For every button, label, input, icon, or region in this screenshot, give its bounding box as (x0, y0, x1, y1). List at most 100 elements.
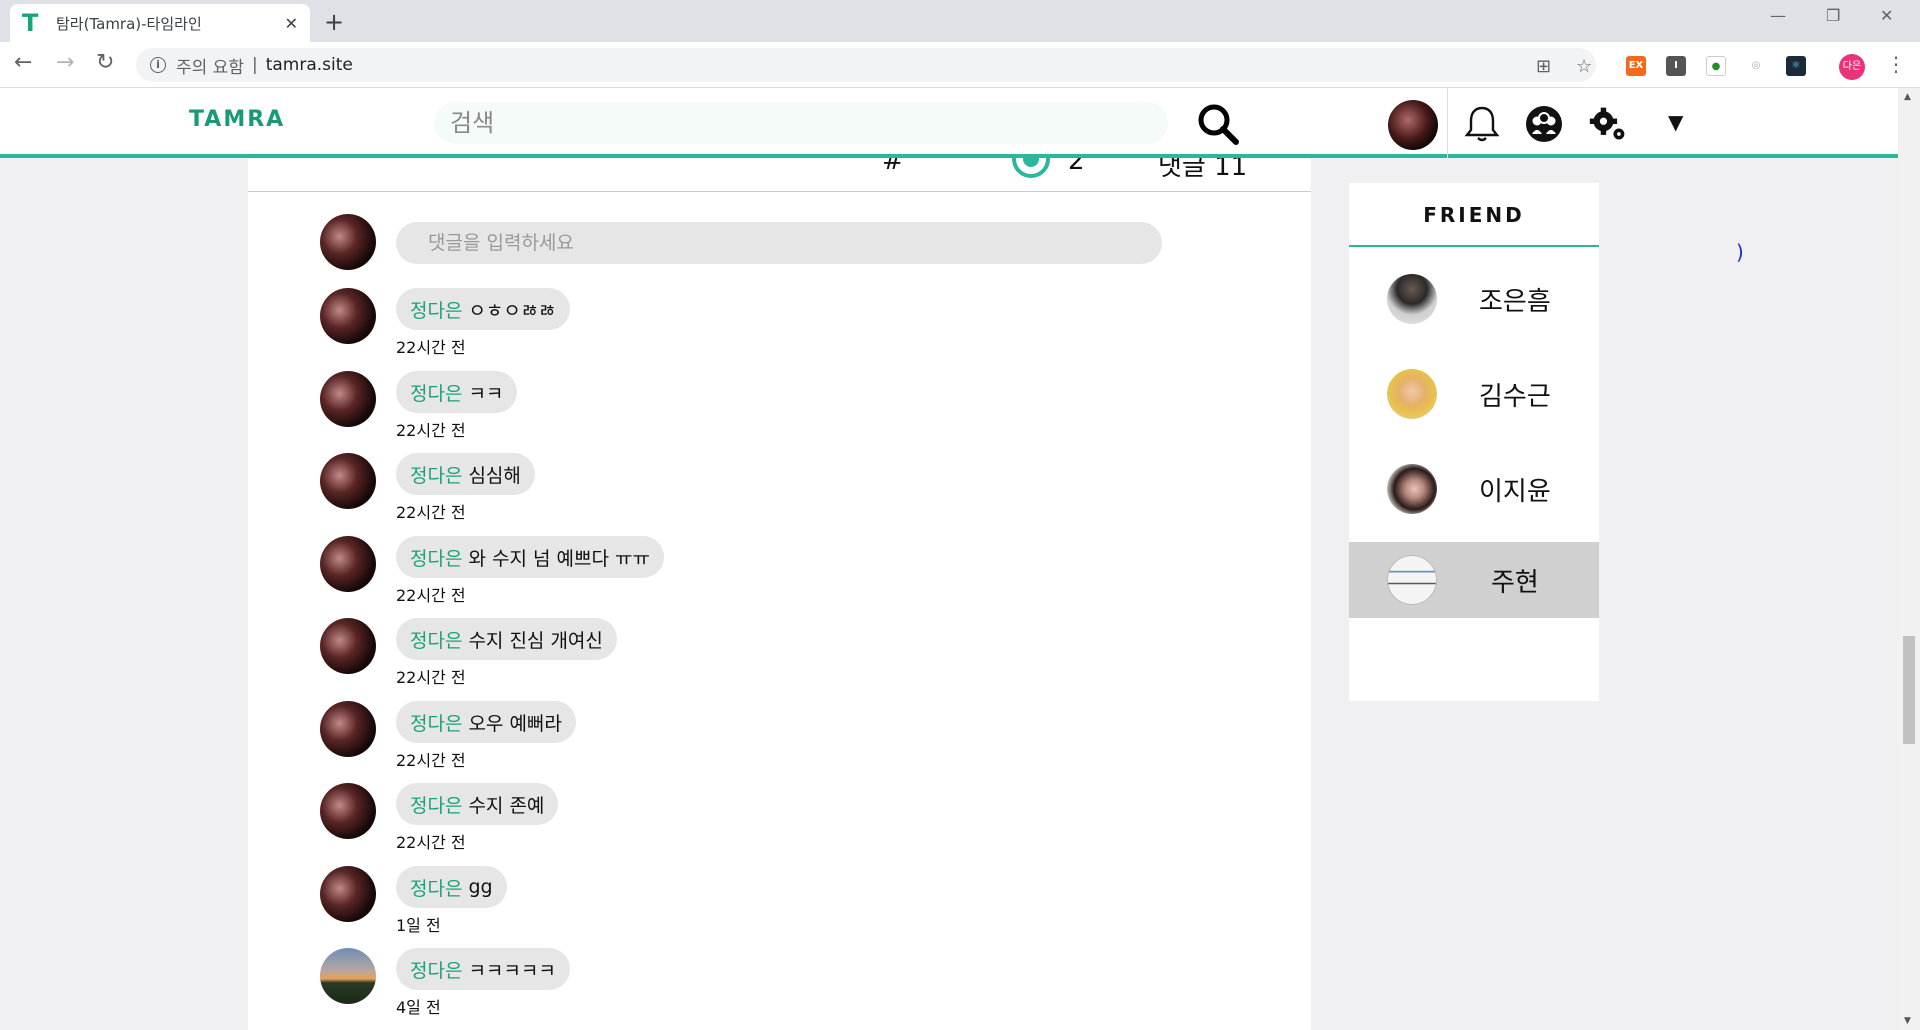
comment-author[interactable]: 정다은 (410, 791, 462, 818)
circle-extension-icon[interactable]: ◎ (1746, 56, 1766, 76)
comment-time: 22시간 전 (396, 503, 466, 522)
comment-author[interactable]: 정다은 (410, 544, 462, 571)
comment-time: 4일 전 (396, 998, 441, 1017)
comment-author[interactable]: 정다은 (410, 296, 462, 323)
react-devtools-icon[interactable]: ⚛ (1786, 56, 1806, 76)
bookmark-star-icon[interactable]: ☆ (1576, 56, 1592, 77)
back-icon[interactable]: ← (14, 50, 32, 75)
comment-avatar[interactable] (320, 453, 376, 509)
comment-avatar[interactable] (320, 371, 376, 427)
stray-mark: ) (1736, 240, 1744, 264)
friend-name: 김수근 (1479, 381, 1551, 412)
separator: | (251, 55, 258, 75)
comment-bubble: 정다은 ㅇㅎㅇㅀㅀ (396, 288, 570, 330)
bell-icon[interactable] (1462, 104, 1502, 144)
tamra-logo[interactable]: TAMRA (189, 107, 285, 132)
forward-icon[interactable]: → (56, 50, 74, 75)
comment-text: 수지 존예 (468, 794, 545, 817)
comment-time: 22시간 전 (396, 421, 466, 440)
friend-avatar (1387, 555, 1437, 605)
scrollbar-thumb[interactable] (1903, 636, 1915, 744)
comment-avatar[interactable] (320, 783, 376, 839)
tab-title: 탐라(Tamra)-타임라인 (56, 14, 202, 33)
settings-gear-icon[interactable] (1588, 104, 1628, 144)
close-window-icon[interactable]: ✕ (1880, 6, 1893, 25)
comment-text: ㅋㅋ (468, 382, 504, 405)
header-divider (1447, 88, 1448, 158)
browser-toolbar: ← → ↻ i 주의 요함 | tamra.site ⊞ ☆ EX I ● ◎ … (0, 42, 1920, 88)
comment-author[interactable]: 정다은 (410, 379, 462, 406)
i-extension-icon[interactable]: I (1666, 56, 1686, 76)
scroll-up-icon[interactable]: ▲ (1904, 92, 1911, 102)
friend-name: 조은흠 (1479, 286, 1551, 317)
comment-avatar[interactable] (320, 536, 376, 592)
user-avatar[interactable] (1388, 100, 1438, 150)
new-tab-icon[interactable]: + (324, 8, 344, 36)
comment-avatar[interactable] (320, 288, 376, 344)
comment-bubble: 정다은 수지 존예 (396, 783, 559, 825)
comment-avatar[interactable] (320, 701, 376, 757)
comment-bubble: 정다은 ㅋㅋㅋㅋㅋ (396, 948, 570, 990)
comment-text: 수지 진심 개여신 (468, 629, 603, 652)
comment-text: 심심해 (468, 464, 521, 487)
comment-author[interactable]: 정다은 (410, 709, 462, 736)
search-input[interactable] (434, 102, 1168, 144)
friend-avatar (1387, 369, 1437, 419)
comment-text: ㅋㅋㅋㅋㅋ (468, 959, 556, 982)
comment-author[interactable]: 정다은 (410, 461, 462, 488)
comment-input[interactable] (396, 222, 1162, 264)
reload-icon[interactable]: ↻ (96, 50, 114, 75)
browser-menu-icon[interactable]: ⋮ (1886, 52, 1906, 76)
friend-name: 이지윤 (1479, 476, 1551, 507)
friend-panel-title: FRIEND (1349, 183, 1599, 247)
browser-tab[interactable]: T 탐라(Tamra)-타임라인 ✕ (10, 4, 310, 42)
friend-avatar (1387, 464, 1437, 514)
comment-time: 22시간 전 (396, 586, 466, 605)
friend-name: 주현 (1491, 567, 1539, 598)
scroll-down-icon[interactable]: ▼ (1904, 1016, 1911, 1026)
comment-text: ㅇㅎㅇㅀㅀ (468, 299, 556, 322)
address-bar[interactable]: i 주의 요함 | tamra.site (136, 48, 1596, 82)
translate-icon[interactable]: ⊞ (1536, 56, 1551, 77)
comment-author[interactable]: 정다은 (410, 626, 462, 653)
like-count: 2 (1068, 158, 1085, 176)
comment-bubble: 정다은 심심해 (396, 453, 535, 495)
friends-icon[interactable] (1524, 104, 1564, 144)
dropdown-caret-icon[interactable]: ▼ (1668, 110, 1683, 134)
security-warning: 주의 요함 (176, 57, 244, 78)
hashtag-icon[interactable]: # (882, 158, 904, 176)
comment-bubble: 정다은 오우 예뻐라 (396, 701, 576, 743)
friend-avatar (1387, 274, 1437, 324)
comment-time: 22시간 전 (396, 751, 466, 770)
ex-extension-icon[interactable]: EX (1626, 56, 1646, 76)
comment-text: 오우 예뻐라 (468, 712, 562, 735)
post-stats-row: # 2 댓글 11 (248, 158, 1311, 192)
minimize-icon[interactable]: — (1770, 6, 1786, 25)
comment-count: 댓글 11 (1158, 158, 1248, 182)
comment-avatar[interactable] (320, 948, 376, 1004)
search-icon[interactable] (1196, 102, 1240, 146)
tamra-favicon-icon: T (22, 9, 39, 37)
friend-item-active[interactable]: 주현 (1349, 542, 1599, 618)
friend-panel: FRIEND 조은흠 김수근 이지윤 주현 (1349, 183, 1599, 701)
friend-item[interactable]: 조은흠 (1349, 261, 1599, 337)
close-tab-icon[interactable]: ✕ (285, 14, 298, 33)
comment-bubble: 정다은 수지 진심 개여신 (396, 618, 617, 660)
comment-bubble: 정다은 gg (396, 866, 507, 908)
page-scrollbar[interactable] (1898, 88, 1920, 1030)
friend-item[interactable]: 이지윤 (1349, 451, 1599, 527)
comment-time: 22시간 전 (396, 668, 466, 687)
green-extension-icon[interactable]: ● (1706, 56, 1726, 76)
browser-tabbar: T 탐라(Tamra)-타임라인 ✕ + — ❐ ✕ (0, 0, 1920, 42)
comment-avatar[interactable] (320, 866, 376, 922)
site-header: TAMRA ▼ (0, 88, 1898, 158)
restore-icon[interactable]: ❐ (1826, 6, 1840, 25)
comment-avatar[interactable] (320, 618, 376, 674)
like-icon[interactable] (1012, 158, 1050, 178)
friend-item[interactable]: 김수근 (1349, 356, 1599, 432)
url-text: tamra.site (265, 55, 353, 75)
comment-author[interactable]: 정다은 (410, 956, 462, 983)
profile-avatar[interactable]: 다은 (1839, 54, 1865, 80)
info-icon[interactable]: i (150, 57, 166, 73)
comment-author[interactable]: 정다은 (410, 874, 462, 901)
